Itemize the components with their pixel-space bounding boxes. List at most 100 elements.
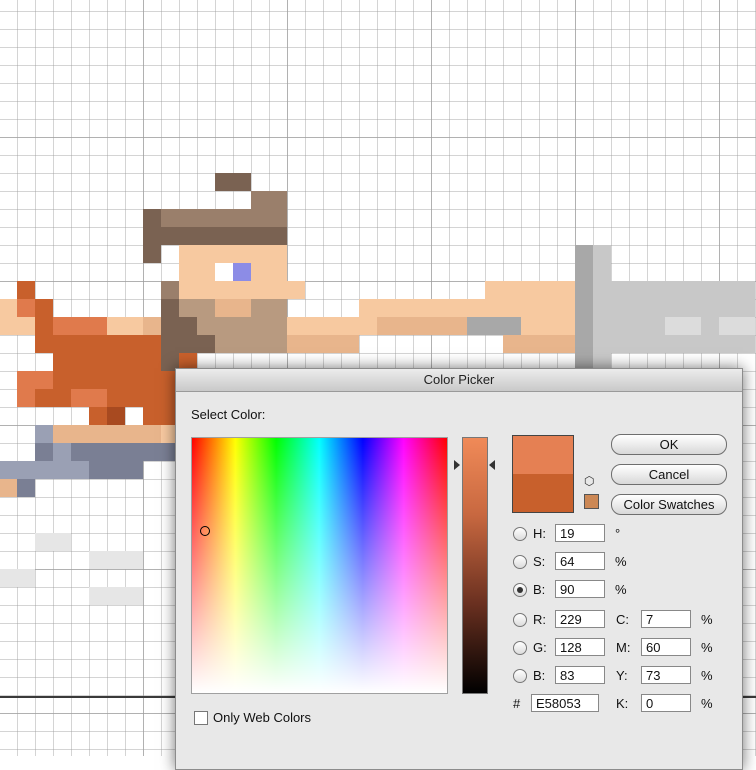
sprite-pixel: [53, 425, 161, 443]
sprite-pixel: [107, 317, 143, 335]
green-field[interactable]: 128: [555, 638, 605, 656]
sprite-pixel: [71, 389, 107, 407]
sprite-pixel: [89, 551, 143, 569]
sprite-pixel: [215, 263, 233, 281]
brightness-row: B: 90 %: [513, 580, 633, 600]
sprite-pixel: [35, 533, 71, 551]
sprite-pixel: [107, 407, 125, 425]
green-row: G: 128: [513, 638, 613, 658]
cube-icon[interactable]: ⬡: [584, 474, 594, 488]
sprite-pixel: [467, 317, 521, 335]
brightness-label: B:: [533, 582, 546, 597]
sprite-pixel: [89, 587, 143, 605]
blue-row: B: 83: [513, 666, 613, 686]
new-color-swatch: [513, 436, 573, 474]
sprite-pixel: [0, 479, 17, 497]
sprite-pixel: [377, 317, 467, 335]
slider-arrow-left-icon[interactable]: [454, 460, 460, 470]
select-color-label: Select Color:: [191, 407, 266, 422]
sprite-pixel: [251, 191, 287, 209]
black-unit: %: [701, 696, 713, 711]
brightness-slider[interactable]: [462, 437, 488, 694]
color-swatches-button[interactable]: Color Swatches: [611, 494, 727, 515]
yellow-label: Y:: [616, 668, 628, 683]
red-field[interactable]: 229: [555, 610, 605, 628]
hex-label: #: [513, 696, 521, 711]
blue-field[interactable]: 83: [555, 666, 605, 684]
current-color-swatch[interactable]: [513, 474, 573, 512]
sprite-pixel: [35, 443, 143, 461]
slider-arrow-right-icon[interactable]: [489, 460, 495, 470]
sprite-pixel: [575, 245, 593, 371]
cyan-label: C:: [616, 612, 629, 627]
cyan-field[interactable]: 7: [641, 610, 691, 628]
brightness-radio[interactable]: [513, 583, 527, 597]
cyan-row: C: 7 %: [616, 610, 716, 630]
saturation-unit: %: [615, 554, 627, 569]
color-picker-dialog: Color Picker Select Color: ⬡ OK Cancel C…: [175, 368, 743, 770]
brightness-unit: %: [615, 582, 627, 597]
sprite-pixel: [143, 209, 287, 227]
brightness-field[interactable]: 90: [555, 580, 605, 598]
green-radio[interactable]: [513, 641, 527, 655]
black-label: K:: [616, 696, 629, 711]
green-label: G:: [533, 640, 547, 655]
cyan-unit: %: [701, 612, 713, 627]
sprite-pixel: [287, 317, 359, 335]
sprite-pixel: [161, 335, 215, 353]
sprite-pixel: [17, 389, 35, 407]
red-label: R:: [533, 612, 546, 627]
hue-field[interactable]: 19: [555, 524, 605, 542]
blue-label: B:: [533, 668, 546, 683]
sprite-pixel: [89, 461, 143, 479]
sprite-pixel: [0, 569, 35, 587]
black-field[interactable]: 0: [641, 694, 691, 712]
sprite-pixel: [17, 281, 35, 299]
hue-radio[interactable]: [513, 527, 527, 541]
sprite-pixel: [233, 263, 251, 281]
red-row: R: 229: [513, 610, 613, 630]
magenta-label: M:: [616, 640, 631, 655]
sprite-pixel: [0, 317, 35, 335]
sprite-pixel: [215, 335, 287, 353]
sprite-pixel: [53, 317, 107, 335]
hue-label: H:: [533, 526, 546, 541]
only-web-colors-label: Only Web Colors: [213, 710, 312, 725]
dialog-title: Color Picker: [176, 369, 742, 392]
sprite-pixel: [179, 281, 305, 299]
yellow-row: Y: 73 %: [616, 666, 716, 686]
sprite-pixel: [161, 281, 179, 299]
red-radio[interactable]: [513, 613, 527, 627]
sprite-pixel: [179, 317, 197, 335]
black-row: K: 0 %: [616, 694, 716, 714]
sprite-pixel: [215, 173, 251, 191]
sprite-pixel: [143, 209, 161, 263]
blue-radio[interactable]: [513, 669, 527, 683]
saturation-label: S:: [533, 554, 546, 569]
saturation-field[interactable]: 64: [555, 552, 605, 570]
ok-button[interactable]: OK: [611, 434, 727, 455]
sprite-pixel: [53, 443, 71, 461]
sprite-pixel: [485, 281, 575, 299]
sprite-pixel: [665, 317, 701, 335]
spectrum-cursor[interactable]: [200, 526, 210, 536]
sprite-pixel: [503, 335, 575, 353]
yellow-field[interactable]: 73: [641, 666, 691, 684]
hex-field[interactable]: E58053: [531, 694, 599, 712]
magenta-field[interactable]: 60: [641, 638, 691, 656]
saturation-row: S: 64 %: [513, 552, 633, 572]
only-web-colors-checkbox[interactable]: [194, 711, 208, 725]
sprite-pixel: [35, 299, 53, 353]
sprite-pixel: [17, 479, 35, 497]
sprite-pixel: [719, 317, 755, 335]
hue-unit: °: [615, 526, 621, 541]
sprite-pixel: [161, 299, 179, 335]
magenta-unit: %: [701, 640, 713, 655]
color-spectrum-field[interactable]: [191, 437, 448, 694]
websafe-color-swatch[interactable]: [584, 494, 599, 509]
yellow-unit: %: [701, 668, 713, 683]
sprite-pixel: [593, 245, 611, 371]
saturation-radio[interactable]: [513, 555, 527, 569]
cancel-button[interactable]: Cancel: [611, 464, 727, 485]
sprite-pixel: [0, 461, 89, 479]
